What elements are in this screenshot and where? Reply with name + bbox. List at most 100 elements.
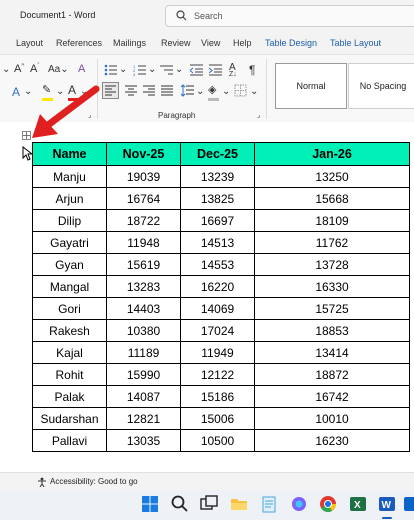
word-icon[interactable]: W (377, 494, 397, 514)
header-cell[interactable]: Dec-25 (180, 142, 255, 166)
multilevel-list-icon[interactable] (160, 64, 174, 76)
align-left-button[interactable] (102, 82, 119, 99)
style-normal[interactable]: Normal (275, 63, 347, 109)
table-cell[interactable]: 15725 (254, 297, 410, 320)
table-cell[interactable]: Sudarshan (32, 407, 107, 430)
table-cell[interactable]: Kajal (32, 341, 107, 364)
outlook-icon[interactable] (402, 494, 414, 514)
table-cell[interactable]: Gori (32, 297, 107, 320)
header-cell[interactable]: Nov-25 (106, 142, 181, 166)
table-cell[interactable]: 13414 (254, 341, 410, 364)
tab-mailings[interactable]: Mailings (113, 38, 146, 48)
table-cell[interactable]: 18853 (254, 319, 410, 342)
bullets-chevron-icon[interactable]: ⌄ (119, 64, 127, 75)
table-cell[interactable]: 18109 (254, 209, 410, 232)
tab-table-layout[interactable]: Table Layout (330, 38, 381, 48)
tab-view[interactable]: View (201, 38, 220, 48)
tab-help[interactable]: Help (233, 38, 252, 48)
table-cell[interactable]: 15990 (106, 363, 181, 386)
table-cell[interactable]: Pallavi (32, 429, 107, 452)
table-cell[interactable]: 11949 (180, 341, 255, 364)
table-cell[interactable]: 13035 (106, 429, 181, 452)
header-cell[interactable]: Name (32, 142, 107, 166)
table-cell[interactable]: 13728 (254, 253, 410, 276)
shading-chevron-icon[interactable]: ⌄ (222, 86, 230, 97)
table-cell[interactable]: 15619 (106, 253, 181, 276)
table-cell[interactable]: 11948 (106, 231, 181, 254)
search-icon[interactable] (170, 494, 190, 514)
table-cell[interactable]: 12122 (180, 363, 255, 386)
sales-table[interactable]: Name Nov-25 Dec-25 Jan-26 Manju 19039 1323… (32, 142, 410, 452)
table-cell[interactable]: 17024 (180, 319, 255, 342)
file-explorer-icon[interactable] (229, 494, 249, 514)
line-spacing-chevron-icon[interactable]: ⌄ (196, 86, 204, 97)
table-cell[interactable]: 11189 (106, 341, 181, 364)
table-cell[interactable]: Mangal (32, 275, 107, 298)
table-cell[interactable]: 16742 (254, 385, 410, 408)
font-shrink-icon[interactable]: Aˇ (30, 63, 39, 75)
copilot-icon[interactable] (289, 494, 309, 514)
table-cell[interactable]: 14553 (180, 253, 255, 276)
numbering-chevron-icon[interactable]: ⌄ (148, 64, 156, 75)
table-cell[interactable]: 13250 (254, 165, 410, 188)
table-cell[interactable]: Palak (32, 385, 107, 408)
chrome-icon[interactable] (318, 494, 338, 514)
accessibility-status[interactable]: Accessibility: Good to go (50, 477, 138, 486)
table-cell[interactable]: 18722 (106, 209, 181, 232)
font-grow-icon[interactable]: A^ (14, 63, 24, 75)
text-effects-icon[interactable]: A (12, 85, 20, 99)
table-cell[interactable]: 13825 (180, 187, 255, 210)
table-cell[interactable]: Gayatri (32, 231, 107, 254)
table-cell[interactable]: Manju (32, 165, 107, 188)
table-cell[interactable]: 15006 (180, 407, 255, 430)
table-cell[interactable]: 14403 (106, 297, 181, 320)
table-cell[interactable]: 15668 (254, 187, 410, 210)
tab-table-design[interactable]: Table Design (265, 38, 317, 48)
accessibility-icon[interactable] (37, 477, 47, 487)
windows-start-icon[interactable] (140, 494, 160, 514)
table-cell[interactable]: 14069 (180, 297, 255, 320)
table-cell[interactable]: Arjun (32, 187, 107, 210)
table-cell[interactable]: 13283 (106, 275, 181, 298)
table-cell[interactable]: 19039 (106, 165, 181, 188)
table-cell[interactable]: 16697 (180, 209, 255, 232)
table-cell[interactable]: 11762 (254, 231, 410, 254)
table-cell[interactable]: 10500 (180, 429, 255, 452)
decrease-indent-icon[interactable] (190, 64, 203, 76)
shading-icon[interactable]: ◈ (208, 83, 216, 96)
table-cell[interactable]: 13239 (180, 165, 255, 188)
table-cell[interactable]: Rakesh (32, 319, 107, 342)
change-case-button[interactable]: Aa⌄ (48, 64, 69, 75)
table-cell[interactable]: 10010 (254, 407, 410, 430)
table-cell[interactable]: 16220 (180, 275, 255, 298)
table-cell[interactable]: 10380 (106, 319, 181, 342)
increase-indent-icon[interactable] (209, 64, 222, 76)
paragraph-dialog-launcher-icon-2[interactable]: ⌟ (257, 111, 260, 119)
multilevel-chevron-icon[interactable]: ⌄ (175, 64, 183, 75)
table-cell[interactable]: Dilip (32, 209, 107, 232)
dropdown-chevron-icon[interactable]: ⌄ (2, 64, 10, 75)
table-cell[interactable]: Gyan (32, 253, 107, 276)
table-cell[interactable]: 16330 (254, 275, 410, 298)
tab-references[interactable]: References (56, 38, 102, 48)
search-input[interactable]: Search (165, 5, 414, 27)
table-cell[interactable]: 14513 (180, 231, 255, 254)
style-no-spacing[interactable]: No Spacing (348, 63, 414, 109)
borders-icon[interactable] (234, 84, 247, 97)
tab-layout[interactable]: Layout (16, 38, 43, 48)
borders-chevron-icon[interactable]: ⌄ (250, 86, 258, 97)
table-cell[interactable]: 12821 (106, 407, 181, 430)
bullets-icon[interactable] (104, 64, 118, 76)
tab-review[interactable]: Review (161, 38, 191, 48)
table-cell[interactable]: 16230 (254, 429, 410, 452)
header-cell[interactable]: Jan-26 (254, 142, 410, 166)
table-cell[interactable]: 18872 (254, 363, 410, 386)
table-cell[interactable]: Rohit (32, 363, 107, 386)
task-view-icon[interactable] (199, 494, 219, 514)
numbering-icon[interactable]: 123 (133, 64, 147, 76)
align-center-icon[interactable] (124, 84, 138, 97)
justify-icon[interactable] (160, 84, 174, 97)
line-spacing-icon[interactable] (181, 84, 195, 97)
table-cell[interactable]: 16764 (106, 187, 181, 210)
align-right-icon[interactable] (142, 84, 156, 97)
